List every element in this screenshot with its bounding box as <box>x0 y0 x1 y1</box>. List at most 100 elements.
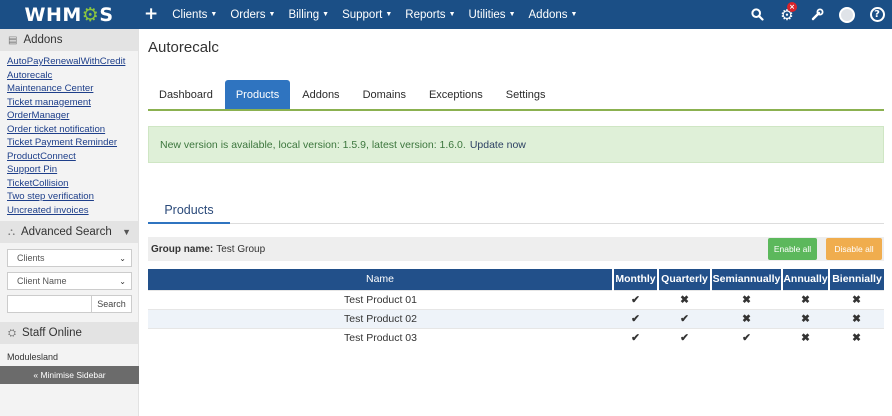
addon-link[interactable]: AutoPayRenewalWithCredit <box>7 55 138 69</box>
menu-reports-label: Reports <box>405 8 446 21</box>
caret-down-icon: ▼ <box>508 10 516 18</box>
column-header-quarterly: Quarterly <box>658 269 712 290</box>
table-row: Test Product 03 ✔ ✔ ✔ ✖ ✖ <box>148 327 884 347</box>
check-icon[interactable]: ✔ <box>658 327 711 347</box>
page-title: Autorecalc <box>148 39 219 56</box>
tab-domains[interactable]: Domains <box>352 80 417 109</box>
check-icon[interactable]: ✔ <box>658 308 711 328</box>
avatar[interactable] <box>832 0 862 29</box>
check-icon[interactable]: ✔ <box>613 308 658 328</box>
cross-icon[interactable]: ✖ <box>782 289 829 309</box>
update-now-link[interactable]: Update now <box>470 139 526 151</box>
cross-icon[interactable]: ✖ <box>658 289 711 309</box>
dropdown-arrow-icon: ⌄ <box>119 253 126 263</box>
menu-reports[interactable]: Reports ▼ <box>405 9 455 21</box>
top-navbar: WHM ⚙ S + Clients ▼ Orders ▼ Billing ▼ Suppor… <box>0 0 892 29</box>
caret-down-icon: ▼ <box>570 10 578 18</box>
addon-link[interactable]: Ticket management <box>7 96 138 110</box>
table-header-row: Name Monthly Quarterly Semiannually Annu… <box>148 269 884 290</box>
whmcs-logo[interactable]: WHM ⚙ S <box>0 0 138 29</box>
menu-addons-label: Addons <box>528 8 568 21</box>
column-header-semiannually: Semiannually <box>711 269 783 290</box>
cross-icon[interactable]: ✖ <box>782 308 829 328</box>
products-table: Name Monthly Quarterly Semiannually Annu… <box>148 269 884 347</box>
addon-link[interactable]: Ticket Payment Reminder <box>7 136 138 150</box>
minimise-sidebar-button[interactable]: « Minimise Sidebar <box>0 366 139 384</box>
table-row: Test Product 02 ✔ ✔ ✖ ✖ ✖ <box>148 308 884 328</box>
addons-list: AutoPayRenewalWithCredit Autorecalc Main… <box>0 51 138 221</box>
staff-online-header: ⛭ Staff Online <box>0 322 138 344</box>
caret-down-icon: ▼ <box>268 10 276 18</box>
menu-orders[interactable]: Orders ▼ <box>230 9 275 21</box>
gear-icon[interactable]: ⚙ × <box>772 0 802 29</box>
menu-utilities-label: Utilities <box>468 8 506 21</box>
addon-link[interactable]: Uncreated invoices <box>7 204 138 218</box>
check-icon[interactable]: ✔ <box>613 327 658 347</box>
avatar-image <box>839 6 855 23</box>
cross-icon[interactable]: ✖ <box>829 308 884 328</box>
wrench-icon-glyph <box>811 8 823 21</box>
sidebar-search-input[interactable] <box>7 295 92 313</box>
section-tabs: Products <box>148 197 884 224</box>
staff-online-title: Staff Online <box>22 327 82 339</box>
tab-products[interactable]: Products <box>224 80 291 109</box>
cross-icon[interactable]: ✖ <box>711 308 782 328</box>
cross-icon[interactable]: ✖ <box>711 289 782 309</box>
help-glyph: ? <box>869 7 885 22</box>
disable-all-button[interactable]: Disable all <box>826 238 882 260</box>
logo-gear-icon: ⚙ <box>81 3 100 26</box>
tab-addons[interactable]: Addons <box>291 80 350 109</box>
menu-support[interactable]: Support ▼ <box>342 9 392 21</box>
wrench-icon[interactable] <box>802 0 832 29</box>
menu-billing[interactable]: Billing ▼ <box>288 9 329 21</box>
check-icon[interactable]: ✔ <box>711 327 782 347</box>
addon-link[interactable]: Maintenance Center <box>7 82 138 96</box>
column-header-annually: Annually <box>782 269 830 290</box>
addon-link[interactable]: ProductConnect <box>7 150 138 164</box>
menu-billing-label: Billing <box>288 8 320 21</box>
cross-icon[interactable]: ✖ <box>829 327 884 347</box>
menu-support-label: Support <box>342 8 383 21</box>
tab-settings[interactable]: Settings <box>495 80 557 109</box>
caret-down-icon: ▼ <box>385 10 393 18</box>
addons-panel-title: Addons <box>23 34 63 46</box>
tab-exceptions[interactable]: Exceptions <box>418 80 494 109</box>
check-icon[interactable]: ✔ <box>613 289 658 309</box>
search-type-select[interactable]: Clients ⌄ <box>7 249 132 267</box>
quick-add-icon[interactable]: + <box>144 6 158 23</box>
update-alert-text: New version is available, local version:… <box>160 138 466 151</box>
chevron-down-icon: ▼ <box>122 227 131 237</box>
addon-link[interactable]: Support Pin <box>7 163 138 177</box>
search-field-value: Client Name <box>17 276 67 286</box>
staff-member: Modulesland <box>7 352 59 362</box>
menu-utilities[interactable]: Utilities ▼ <box>469 9 516 21</box>
search-field-select[interactable]: Client Name ⌄ <box>7 272 132 290</box>
menu-addons[interactable]: Addons ▼ <box>529 9 578 21</box>
advanced-search-header[interactable]: ⛬ Advanced Search ▼ <box>0 221 138 243</box>
section-tab-products[interactable]: Products <box>148 197 230 224</box>
search-icon[interactable] <box>742 0 772 29</box>
logo-suffix: S <box>99 3 114 26</box>
tab-dashboard[interactable]: Dashboard <box>148 80 224 109</box>
product-name: Test Product 03 <box>148 327 613 347</box>
group-name: Test Group <box>216 243 266 255</box>
main-menu: Clients ▼ Orders ▼ Billing ▼ Support ▼ Repor… <box>172 0 590 29</box>
cross-icon[interactable]: ✖ <box>782 327 829 347</box>
notification-badge: × <box>787 2 797 12</box>
sidebar-search-button[interactable]: Search <box>92 295 132 313</box>
menu-clients[interactable]: Clients ▼ <box>172 9 217 21</box>
addon-link[interactable]: Autorecalc <box>7 69 138 83</box>
menu-clients-label: Clients <box>172 8 208 21</box>
binoculars-icon: ⛬ <box>8 226 15 238</box>
advanced-search-title: Advanced Search <box>21 226 112 238</box>
addon-link[interactable]: OrderManager <box>7 109 138 123</box>
addon-link[interactable]: Two step verification <box>7 190 138 204</box>
enable-all-button[interactable]: Enable all <box>768 238 817 260</box>
addons-icon: ▤ <box>8 34 18 46</box>
menu-orders-label: Orders <box>230 8 266 21</box>
help-icon[interactable]: ? <box>862 0 892 29</box>
cross-icon[interactable]: ✖ <box>829 289 884 309</box>
caret-down-icon: ▼ <box>448 10 456 18</box>
addon-link[interactable]: TicketCollision <box>7 177 138 191</box>
addon-link[interactable]: Order ticket notification <box>7 123 138 137</box>
